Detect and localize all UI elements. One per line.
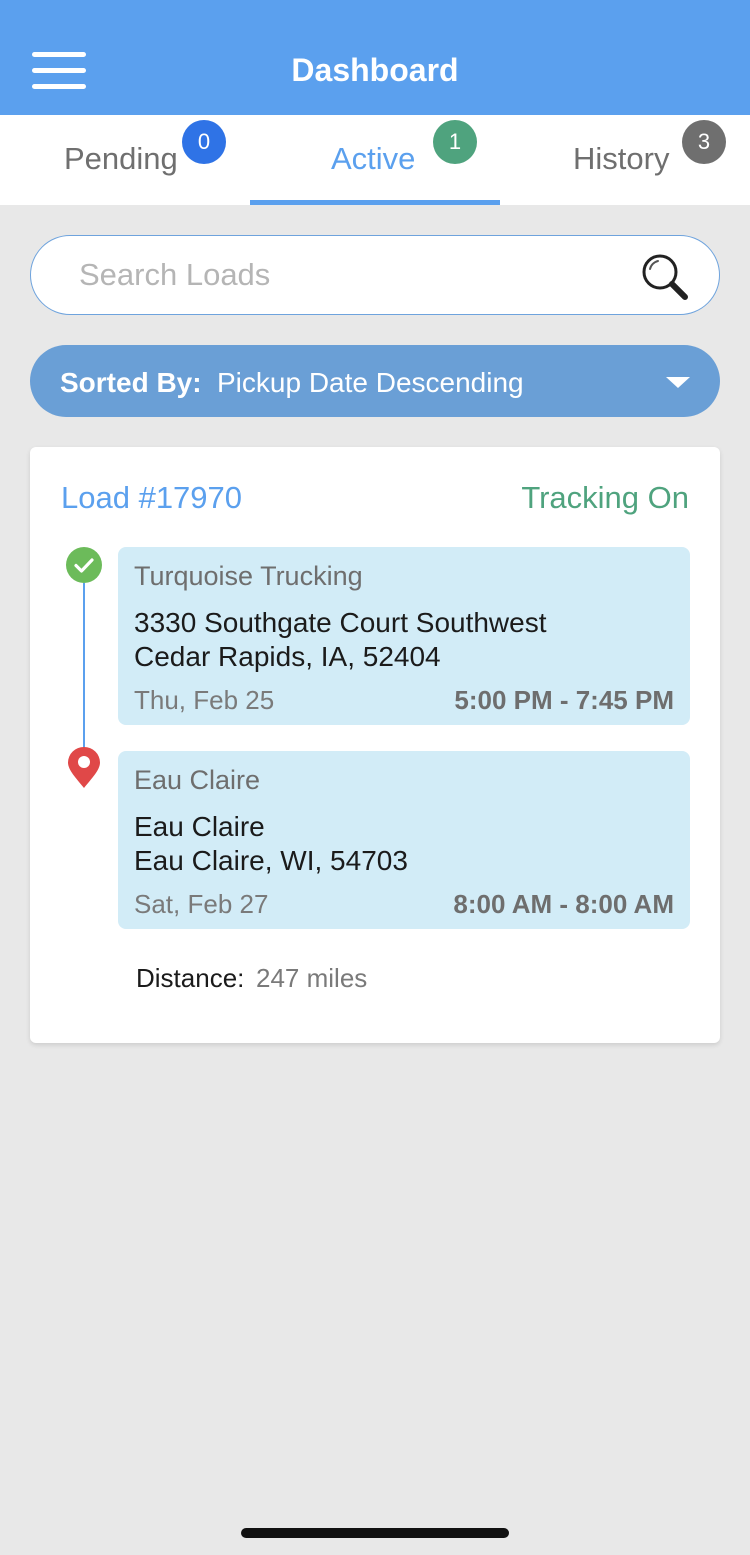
active-tab-indicator [250, 200, 500, 205]
app-header: Dashboard [0, 0, 750, 115]
sort-dropdown[interactable]: Sorted By: Pickup Date Descending [30, 345, 720, 417]
stop-time-window: 8:00 AM - 8:00 AM [453, 889, 674, 919]
load-number: Load #17970 [61, 480, 243, 515]
stop-name: Turquoise Trucking [134, 561, 363, 591]
route-line [83, 583, 85, 753]
delivery-stop[interactable]: Eau Claire Eau Claire Eau Claire, WI, 54… [118, 751, 690, 929]
stop-address-line1: Eau Claire [134, 811, 265, 842]
tab-label: Pending [64, 141, 178, 176]
count-badge: 1 [433, 120, 477, 164]
sort-label: Sorted By: [60, 367, 202, 398]
tab-bar: Pending 0 Active 1 History 3 [0, 115, 750, 205]
stop-time-window: 5:00 PM - 7:45 PM [454, 685, 674, 715]
stop-address-line1: 3330 Southgate Court Southwest [134, 607, 547, 638]
map-pin-icon [68, 747, 100, 788]
pickup-stop[interactable]: Turquoise Trucking 3330 Southgate Court … [118, 547, 690, 725]
tab-label: History [573, 141, 670, 176]
distance-value: 247 miles [256, 963, 368, 993]
stop-date: Thu, Feb 25 [134, 685, 275, 715]
search-icon[interactable] [639, 252, 691, 302]
home-indicator[interactable] [241, 1528, 509, 1538]
sort-value: Pickup Date Descending [217, 367, 524, 398]
count-badge: 3 [682, 120, 726, 164]
stop-address-line2: Eau Claire, WI, 54703 [134, 845, 408, 876]
tab-active[interactable]: Active 1 [250, 115, 500, 205]
search-input[interactable] [79, 236, 619, 313]
tab-history[interactable]: History 3 [500, 115, 750, 205]
stop-date: Sat, Feb 27 [134, 889, 269, 919]
count-badge: 0 [182, 120, 226, 164]
tracking-status: Tracking On [521, 480, 689, 515]
check-circle-icon [66, 547, 102, 583]
page-title: Dashboard [291, 52, 459, 88]
tab-label: Active [331, 141, 416, 176]
tab-pending[interactable]: Pending 0 [0, 115, 250, 205]
stop-name: Eau Claire [134, 765, 261, 795]
load-card[interactable]: Load #17970 Tracking On Turquoise Trucki… [30, 447, 720, 1043]
distance-label: Distance: [136, 963, 245, 993]
stop-address-line2: Cedar Rapids, IA, 52404 [134, 641, 441, 672]
chevron-down-icon [666, 377, 690, 388]
search-bar [30, 235, 720, 315]
